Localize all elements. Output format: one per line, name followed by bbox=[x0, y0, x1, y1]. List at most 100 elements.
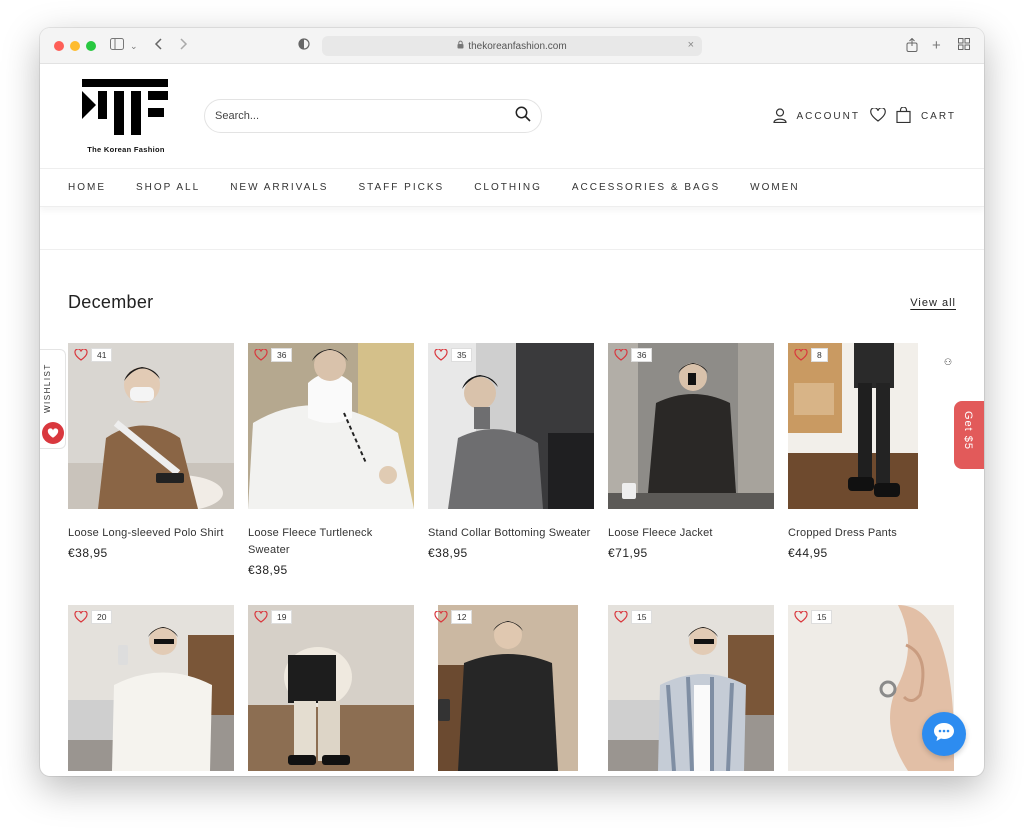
product-card[interactable]: 20 bbox=[68, 605, 234, 771]
close-window-button[interactable] bbox=[54, 41, 64, 51]
wishlist-counter[interactable]: 15 bbox=[614, 610, 653, 624]
heart-outline-icon[interactable] bbox=[614, 349, 628, 361]
cart-label: CART bbox=[920, 111, 956, 122]
product-name[interactable]: Cropped Dress Pants bbox=[788, 525, 954, 542]
account-link[interactable]: ACCOUNT bbox=[772, 107, 860, 126]
chat-bubble-icon bbox=[933, 722, 955, 747]
browser-toolbar: ⌄ thekoreanfashion.com × + bbox=[40, 28, 984, 64]
nav-item-home[interactable]: HOME bbox=[68, 182, 106, 193]
product-image[interactable]: 12 bbox=[428, 605, 594, 771]
search-icon[interactable] bbox=[515, 106, 531, 127]
wishlist-count: 15 bbox=[811, 610, 833, 624]
site-logo[interactable]: The Korean Fashion bbox=[76, 77, 176, 157]
product-card[interactable]: ⚇ 8 Cropped Dress Pants €44,95 bbox=[788, 343, 954, 577]
product-card[interactable]: 36 Loose Fleece Jacket €71,95 bbox=[608, 343, 774, 577]
product-card[interactable]: 19 bbox=[248, 605, 414, 771]
wishlist-count: 19 bbox=[271, 610, 293, 624]
wishlist-counter[interactable]: 8 bbox=[794, 348, 828, 362]
product-image[interactable]: 35 bbox=[428, 343, 594, 509]
wishlist-counter[interactable]: 19 bbox=[254, 610, 293, 624]
privacy-shield-icon[interactable] bbox=[298, 38, 310, 54]
product-name[interactable]: Loose Fleece Jacket bbox=[608, 525, 774, 542]
product-card[interactable]: 15 bbox=[608, 605, 774, 771]
main-nav: HOME SHOP ALL NEW ARRIVALS STAFF PICKS C… bbox=[40, 169, 984, 207]
back-icon[interactable] bbox=[154, 38, 164, 54]
product-name[interactable]: Loose Fleece Turtleneck Sweater bbox=[248, 525, 414, 559]
product-name[interactable]: Loose Long-sleeved Polo Shirt bbox=[68, 525, 234, 542]
wishlist-counter[interactable]: 36 bbox=[254, 348, 293, 362]
heart-outline-icon[interactable] bbox=[794, 611, 808, 623]
nav-item-clothing[interactable]: CLOTHING bbox=[474, 182, 542, 193]
product-grid: 41 Loose Long-sleeved Polo Shirt €38,95 bbox=[68, 343, 956, 771]
svg-text:⚇: ⚇ bbox=[944, 358, 952, 368]
wishlist-count: 35 bbox=[451, 348, 473, 362]
product-price: €71,95 bbox=[608, 546, 648, 560]
product-image[interactable]: 15 bbox=[608, 605, 774, 771]
product-image[interactable]: 36 bbox=[608, 343, 774, 509]
new-tab-icon[interactable]: + bbox=[932, 38, 941, 54]
product-card[interactable]: 36 Loose Fleece Turtleneck Sweater €38,9… bbox=[248, 343, 414, 577]
clear-url-icon[interactable]: × bbox=[688, 39, 694, 51]
product-name[interactable]: Stand Collar Bottoming Sweater bbox=[428, 525, 594, 542]
address-bar[interactable]: thekoreanfashion.com × bbox=[322, 36, 702, 56]
wishlist-count: 15 bbox=[631, 610, 653, 624]
view-all-link[interactable]: View all bbox=[910, 297, 956, 309]
heart-outline-icon[interactable] bbox=[434, 349, 448, 361]
product-image[interactable]: 20 bbox=[68, 605, 234, 771]
search-input[interactable] bbox=[215, 110, 515, 122]
nav-item-accessories-bags[interactable]: ACCESSORIES & BAGS bbox=[572, 182, 720, 193]
nav-item-shop-all[interactable]: SHOP ALL bbox=[136, 182, 200, 193]
wishlist-counter[interactable]: 12 bbox=[434, 610, 473, 624]
product-image[interactable]: ⚇ 8 bbox=[788, 343, 954, 509]
promo-tab[interactable]: Get $5 bbox=[954, 401, 984, 469]
product-image[interactable]: 19 bbox=[248, 605, 414, 771]
heart-outline-icon[interactable] bbox=[254, 349, 268, 361]
product-price: €38,95 bbox=[68, 546, 108, 560]
site-header: The Korean Fashion ACCOUNT CAR bbox=[40, 65, 984, 169]
wishlist-counter[interactable]: 41 bbox=[74, 348, 113, 362]
product-image[interactable]: 41 bbox=[68, 343, 234, 509]
cart-bag-icon bbox=[896, 106, 911, 126]
lock-icon bbox=[457, 40, 464, 52]
chevron-down-icon[interactable]: ⌄ bbox=[130, 38, 138, 54]
wishlist-heart-icon[interactable] bbox=[870, 107, 886, 125]
share-icon[interactable] bbox=[906, 37, 918, 56]
wishlist-count: 8 bbox=[811, 348, 828, 362]
browser-window: ⌄ thekoreanfashion.com × + The Korean Fa… bbox=[40, 28, 984, 776]
tab-overview-icon[interactable] bbox=[958, 38, 970, 54]
wishlist-counter[interactable]: 15 bbox=[794, 610, 833, 624]
wishlist-count: 12 bbox=[451, 610, 473, 624]
heart-filled-icon[interactable] bbox=[42, 422, 64, 444]
product-image[interactable]: 36 bbox=[248, 343, 414, 509]
product-card[interactable]: 35 Stand Collar Bottoming Sweater €38,95 bbox=[428, 343, 594, 577]
product-card[interactable]: 41 Loose Long-sleeved Polo Shirt €38,95 bbox=[68, 343, 234, 577]
wishlist-count: 41 bbox=[91, 348, 113, 362]
product-card[interactable]: 12 bbox=[428, 605, 594, 771]
wishlist-count: 36 bbox=[631, 348, 653, 362]
search-bar[interactable] bbox=[204, 99, 542, 133]
chat-button[interactable] bbox=[922, 712, 966, 756]
heart-outline-icon[interactable] bbox=[614, 611, 628, 623]
nav-item-new-arrivals[interactable]: NEW ARRIVALS bbox=[230, 182, 328, 193]
heart-outline-icon[interactable] bbox=[74, 349, 88, 361]
nav-item-staff-picks[interactable]: STAFF PICKS bbox=[358, 182, 444, 193]
heart-outline-icon[interactable] bbox=[794, 349, 808, 361]
wishlist-tab[interactable]: WISHLIST bbox=[40, 349, 66, 449]
user-icon bbox=[772, 107, 787, 126]
wishlist-counter[interactable]: 35 bbox=[434, 348, 473, 362]
wishlist-counter[interactable]: 20 bbox=[74, 610, 113, 624]
nav-item-women[interactable]: WOMEN bbox=[750, 182, 799, 193]
logo-mark-icon bbox=[82, 79, 168, 135]
cart-link[interactable]: CART bbox=[896, 106, 956, 126]
minimize-window-button[interactable] bbox=[70, 41, 80, 51]
maximize-window-button[interactable] bbox=[86, 41, 96, 51]
wishlist-counter[interactable]: 36 bbox=[614, 348, 653, 362]
section-divider bbox=[40, 249, 984, 250]
header-actions: ACCOUNT CART bbox=[772, 106, 957, 126]
heart-outline-icon[interactable] bbox=[74, 611, 88, 623]
account-label: ACCOUNT bbox=[796, 111, 860, 122]
sidebar-toggle-icon[interactable] bbox=[110, 38, 124, 54]
heart-outline-icon[interactable] bbox=[434, 611, 448, 623]
heart-outline-icon[interactable] bbox=[254, 611, 268, 623]
forward-icon[interactable] bbox=[178, 38, 188, 54]
